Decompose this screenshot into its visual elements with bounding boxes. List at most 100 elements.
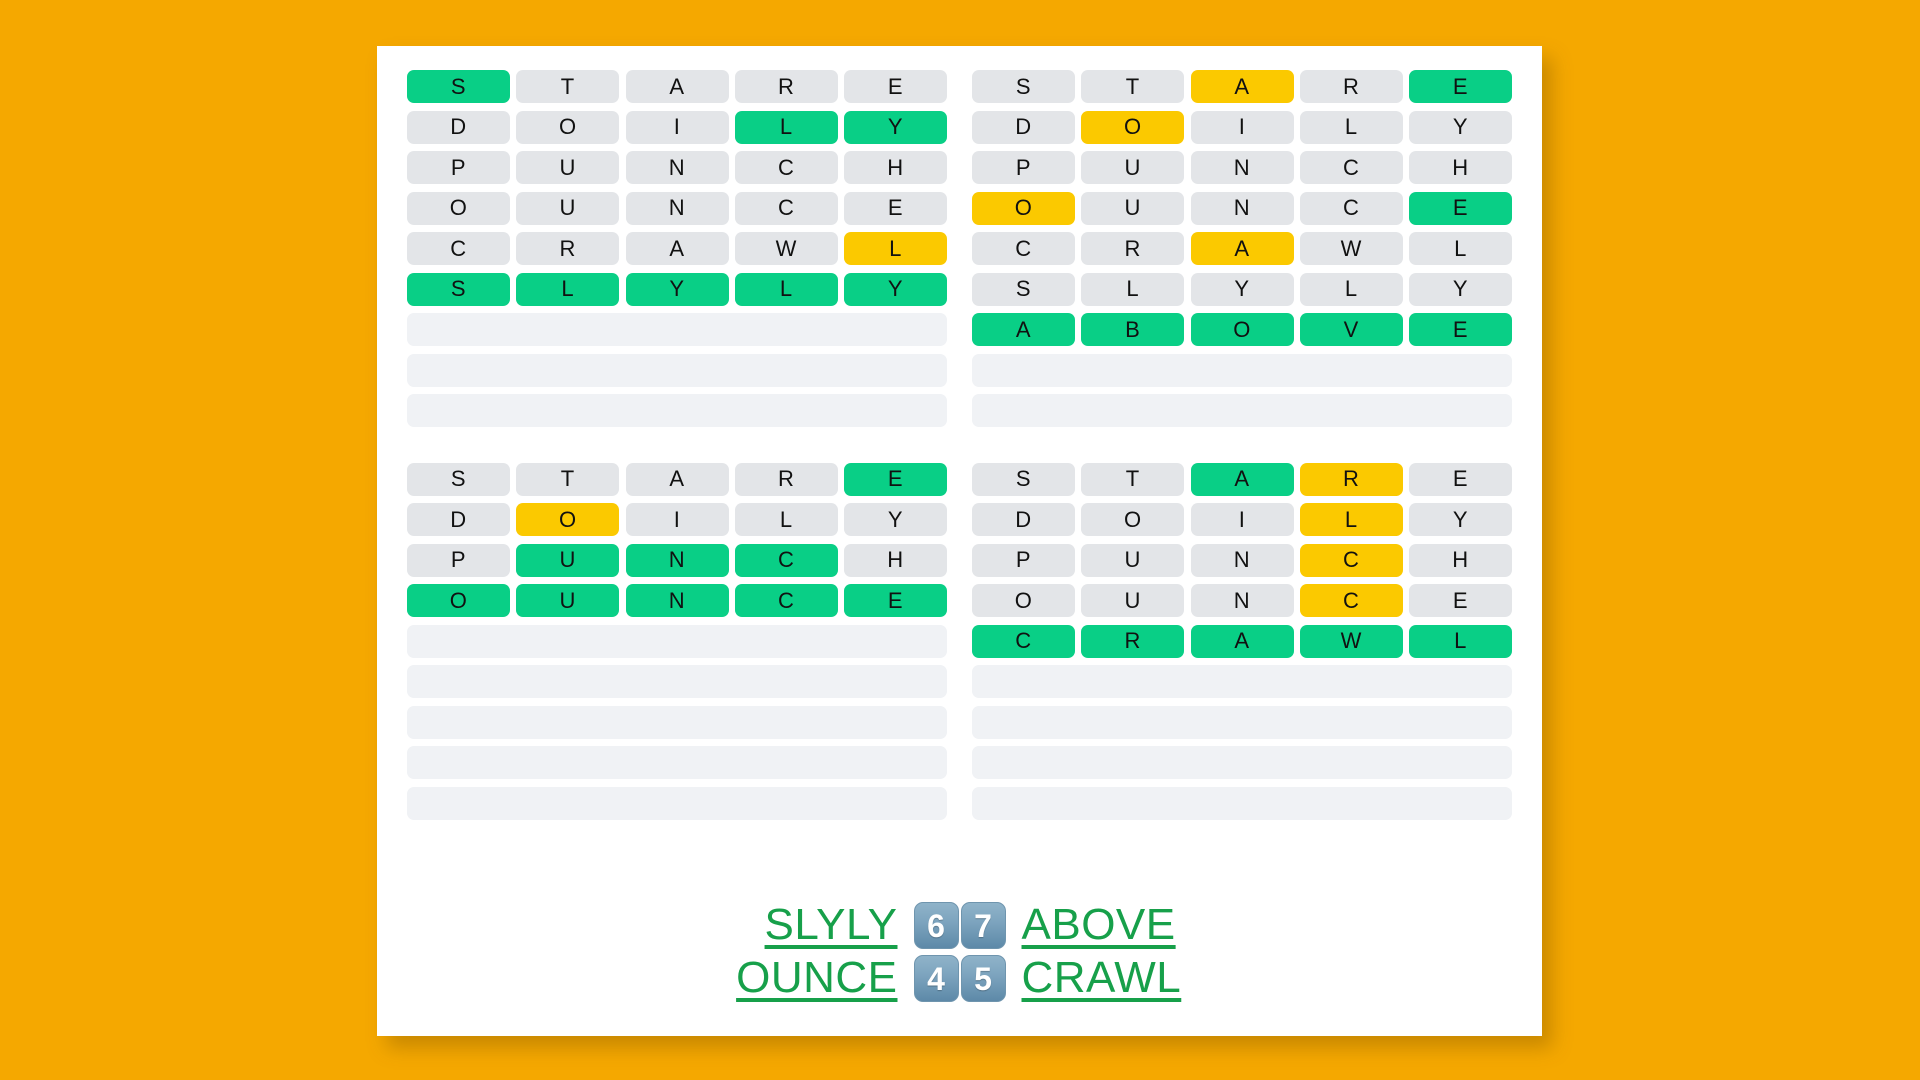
letter-tile: S — [972, 70, 1075, 103]
letter-tile: T — [516, 70, 620, 103]
letter-tile: Y — [844, 272, 947, 306]
letter-tile: C — [972, 232, 1075, 265]
guess-row: DOILY — [407, 110, 947, 144]
letter-tile: U — [516, 584, 620, 617]
guess-row: OUNCE — [407, 191, 947, 225]
letter-tile: E — [1409, 462, 1512, 496]
guess-row: SLYLY — [972, 272, 1512, 306]
guess-row: DOILY — [972, 110, 1512, 144]
letter-tile: A — [1190, 70, 1294, 103]
letter-tile: P — [407, 543, 510, 577]
letter-tile: Y — [1190, 272, 1294, 306]
letter-tile: A — [972, 313, 1075, 346]
board-bottom-left: STAREDOILYPUNCHOUNCE — [407, 462, 947, 828]
letter-tile: L — [1299, 503, 1403, 536]
letter-tile: N — [1190, 151, 1294, 184]
letter-tile: R — [1081, 232, 1185, 265]
letter-tile: I — [625, 503, 729, 536]
letter-tile: N — [1190, 584, 1294, 617]
answer-word-right[interactable]: ABOVE — [1022, 902, 1252, 948]
guess-row: STARE — [407, 462, 947, 496]
letter-tile: L — [1081, 272, 1185, 306]
letter-tile: A — [625, 70, 729, 103]
letter-tile: D — [972, 503, 1075, 536]
letter-tile: W — [1299, 232, 1403, 265]
letter-tile: Y — [1409, 503, 1512, 536]
letter-tile: Y — [1409, 272, 1512, 306]
letter-tile: R — [1299, 70, 1403, 103]
letter-tile: Y — [625, 272, 729, 306]
letter-tile: E — [844, 70, 947, 103]
letter-tile: N — [625, 191, 729, 225]
letter-tile: W — [734, 232, 838, 265]
letter-tile: U — [516, 191, 620, 225]
guess-count-tile-left: 4 — [913, 955, 959, 1002]
empty-guess-row — [972, 394, 1512, 427]
letter-tile: L — [734, 503, 838, 536]
guess-row: PUNCH — [972, 151, 1512, 184]
guess-count-tile-left: 6 — [913, 902, 959, 949]
letter-tile: R — [516, 232, 620, 265]
letter-tile: C — [407, 232, 510, 265]
letter-tile: E — [1409, 313, 1512, 346]
score-line: SLYLY 6 7 ABOVE — [668, 902, 1252, 949]
guess-row: PUNCH — [972, 543, 1512, 577]
letter-tile: C — [734, 151, 838, 184]
guess-row: DOILY — [972, 503, 1512, 536]
guess-row: CRAWL — [407, 232, 947, 265]
letter-tile: R — [734, 70, 838, 103]
answer-word-left[interactable]: OUNCE — [668, 955, 898, 1001]
letter-tile: R — [1299, 462, 1403, 496]
letter-tile: I — [625, 110, 729, 144]
letter-tile: S — [407, 272, 510, 306]
guess-row: STARE — [407, 70, 947, 103]
letter-tile: C — [1299, 151, 1403, 184]
letter-tile: S — [407, 462, 510, 496]
letter-tile: S — [407, 70, 510, 103]
letter-tile: L — [1409, 232, 1512, 265]
letter-tile: N — [625, 584, 729, 617]
letter-tile: C — [1299, 191, 1403, 225]
answer-word-right[interactable]: CRAWL — [1022, 955, 1252, 1001]
letter-tile: T — [1081, 462, 1185, 496]
empty-guess-row — [407, 313, 947, 346]
letter-tile: W — [1299, 624, 1403, 658]
letter-tile: P — [972, 151, 1075, 184]
letter-tile: D — [972, 110, 1075, 144]
results-card: STAREDOILYPUNCHOUNCECRAWLSLYLYSTAREDOILY… — [377, 46, 1542, 1036]
score-line: OUNCE 4 5 CRAWL — [668, 955, 1252, 1002]
letter-tile: Y — [844, 503, 947, 536]
letter-tile: I — [1190, 110, 1294, 144]
letter-tile: U — [516, 543, 620, 577]
guess-count-pair: 45 — [913, 955, 1006, 1002]
letter-tile: Y — [1409, 110, 1512, 144]
empty-guess-row — [972, 353, 1512, 387]
letter-tile: I — [1190, 503, 1294, 536]
letter-tile: C — [972, 624, 1075, 658]
guess-row: CRAWL — [972, 232, 1512, 265]
letter-tile: A — [1190, 462, 1294, 496]
guess-count-tile-right: 7 — [960, 902, 1006, 949]
letter-tile: E — [1409, 191, 1512, 225]
letter-tile: H — [1409, 151, 1512, 184]
guess-row: OUNCE — [407, 584, 947, 617]
letter-tile: S — [972, 462, 1075, 496]
letter-tile: E — [844, 584, 947, 617]
letter-tile: H — [844, 151, 947, 184]
guess-row: DOILY — [407, 503, 947, 536]
guess-row: STARE — [972, 70, 1512, 103]
empty-guess-row — [407, 394, 947, 427]
board-bottom-right: STAREDOILYPUNCHOUNCECRAWL — [972, 462, 1512, 828]
score-summary-footer: SLYLY 6 7 ABOVE OUNCE 4 5 CRAWL — [377, 902, 1542, 1002]
letter-tile: P — [407, 151, 510, 184]
letter-tile: O — [972, 584, 1075, 617]
letter-tile: N — [625, 543, 729, 577]
answer-word-left[interactable]: SLYLY — [668, 902, 898, 948]
letter-tile: C — [1299, 584, 1403, 617]
letter-tile: E — [844, 462, 947, 496]
letter-tile: H — [1409, 543, 1512, 577]
empty-guess-row — [407, 746, 947, 779]
letter-tile: D — [407, 503, 510, 536]
letter-tile: A — [1190, 624, 1294, 658]
empty-guess-row — [407, 624, 947, 658]
